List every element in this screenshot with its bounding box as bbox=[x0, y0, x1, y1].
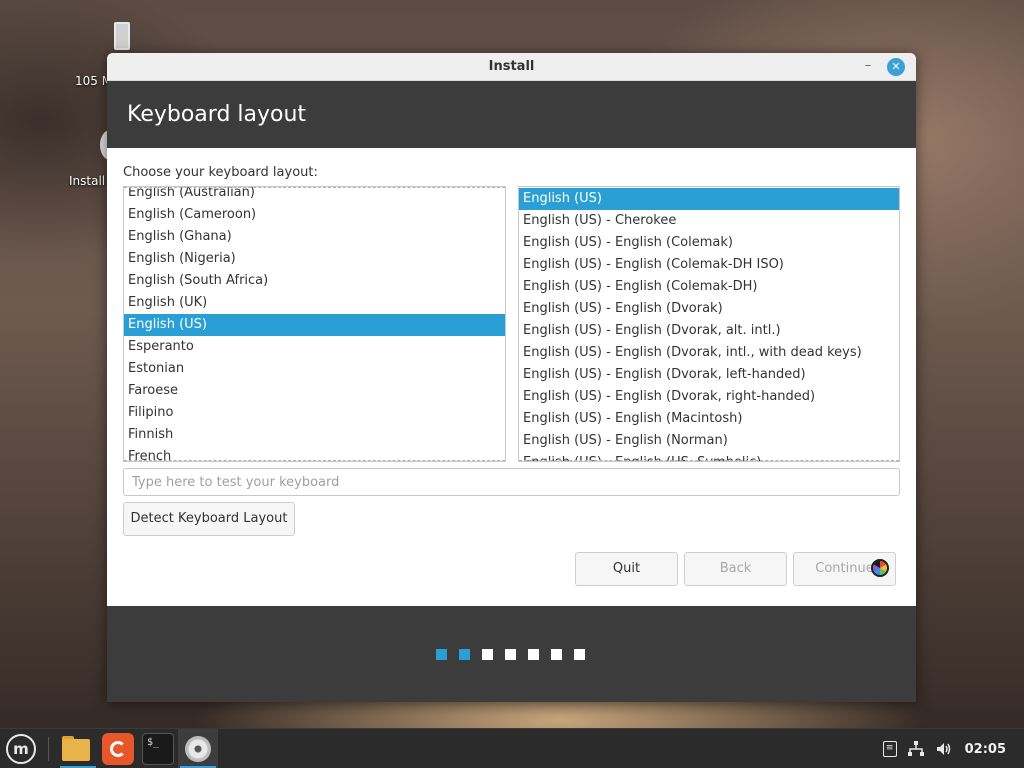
variant-list-item[interactable]: English (US) - English (Dvorak, alt. int… bbox=[519, 320, 899, 342]
variant-list-item[interactable]: English (US) - English (Colemak-DH ISO) bbox=[519, 254, 899, 276]
back-button[interactable]: Back bbox=[684, 552, 787, 586]
network-icon[interactable] bbox=[907, 740, 925, 758]
firefox-icon[interactable] bbox=[102, 733, 134, 765]
taskbar-separator bbox=[48, 737, 49, 761]
page-title: Keyboard layout bbox=[127, 102, 307, 127]
layout-list-item[interactable]: English (Cameroon) bbox=[124, 204, 505, 226]
close-button[interactable]: ✕ bbox=[887, 58, 905, 76]
variant-list-item[interactable]: English (US) - English (Norman) bbox=[519, 430, 899, 452]
choose-layout-label: Choose your keyboard layout: bbox=[123, 165, 318, 180]
progress-dot bbox=[436, 649, 447, 660]
variant-list-items: English (US) English (US) - Cherokee Engli… bbox=[519, 188, 899, 461]
clipboard-icon[interactable]: ≡ bbox=[882, 741, 897, 757]
variant-list-item[interactable]: English (US) - English (Colemak) bbox=[519, 232, 899, 254]
layout-list-item[interactable]: Faroese bbox=[124, 380, 505, 402]
progress-dot bbox=[551, 649, 562, 660]
progress-dot bbox=[574, 649, 585, 660]
mint-menu-icon[interactable]: m bbox=[6, 734, 36, 764]
disc-icon[interactable] bbox=[182, 733, 214, 765]
variant-list-item[interactable]: English (US) - English (Dvorak, left-han… bbox=[519, 364, 899, 386]
layout-list-item[interactable]: English (Australian) bbox=[124, 187, 505, 204]
variant-list-item[interactable]: English (US) - English (Colemak-DH) bbox=[519, 276, 899, 298]
detect-keyboard-layout-button[interactable]: Detect Keyboard Layout bbox=[123, 502, 295, 536]
window-title: Install bbox=[488, 59, 535, 74]
layout-list-item[interactable]: English (Nigeria) bbox=[124, 248, 505, 270]
terminal-icon[interactable]: $_ bbox=[142, 733, 174, 765]
busy-cursor-icon bbox=[871, 559, 889, 577]
layout-list-item[interactable]: English (South Africa) bbox=[124, 270, 505, 292]
progress-dot bbox=[482, 649, 493, 660]
scroll-edge-bottom bbox=[519, 460, 899, 461]
variant-list-item[interactable]: English (US) - English (Dvorak) bbox=[519, 298, 899, 320]
variant-list-item[interactable]: English (US) - Cherokee bbox=[519, 210, 899, 232]
variant-list-item[interactable]: English (US) - English (Macintosh) bbox=[519, 408, 899, 430]
installer-window: Install – ✕ Keyboard layout Choose your … bbox=[107, 53, 916, 702]
layout-list-item[interactable]: Filipino bbox=[124, 402, 505, 424]
variant-list[interactable]: English (US) English (US) - Cherokee Engli… bbox=[518, 186, 900, 462]
scroll-edge-top bbox=[124, 187, 505, 188]
volume-icon[interactable] bbox=[935, 740, 953, 758]
progress-dot bbox=[459, 649, 470, 660]
layout-list-item[interactable]: English (Ghana) bbox=[124, 226, 505, 248]
layout-list-item[interactable]: English (UK) bbox=[124, 292, 505, 314]
layout-list-item[interactable]: English (US) bbox=[124, 314, 505, 336]
layout-list[interactable]: English (Australian) English (Cameroon) En… bbox=[123, 186, 506, 462]
variant-list-item[interactable]: English (US) - English (Dvorak, intl., w… bbox=[519, 342, 899, 364]
variant-list-item[interactable]: English (US) - English (Dvorak, right-ha… bbox=[519, 386, 899, 408]
taskbar: m $_ ≡ 02:05 bbox=[0, 728, 1024, 768]
scroll-edge-bottom bbox=[124, 460, 505, 461]
progress-footer bbox=[107, 606, 916, 702]
layout-list-item[interactable]: Estonian bbox=[124, 358, 505, 380]
quit-button[interactable]: Quit bbox=[575, 552, 678, 586]
content-area: Choose your keyboard layout: English (Au… bbox=[107, 148, 916, 606]
clock[interactable]: 02:05 bbox=[965, 742, 1006, 757]
keyboard-test-input[interactable] bbox=[123, 468, 900, 496]
usb-drive-icon[interactable] bbox=[110, 22, 134, 52]
progress-dot bbox=[528, 649, 539, 660]
files-icon[interactable] bbox=[60, 733, 92, 765]
progress-dot bbox=[505, 649, 516, 660]
minimize-button[interactable]: – bbox=[859, 59, 877, 77]
install-label: Install bbox=[69, 174, 106, 188]
progress-dots bbox=[436, 649, 585, 660]
variant-list-item[interactable]: English (US) bbox=[519, 188, 899, 210]
layout-list-items: English (Australian) English (Cameroon) En… bbox=[124, 187, 505, 461]
title-bar: Install – ✕ bbox=[107, 53, 916, 81]
layout-list-item[interactable]: Finnish bbox=[124, 424, 505, 446]
layout-list-item[interactable]: Esperanto bbox=[124, 336, 505, 358]
page-header: Keyboard layout bbox=[107, 81, 916, 148]
system-tray: ≡ 02:05 bbox=[882, 729, 1024, 768]
